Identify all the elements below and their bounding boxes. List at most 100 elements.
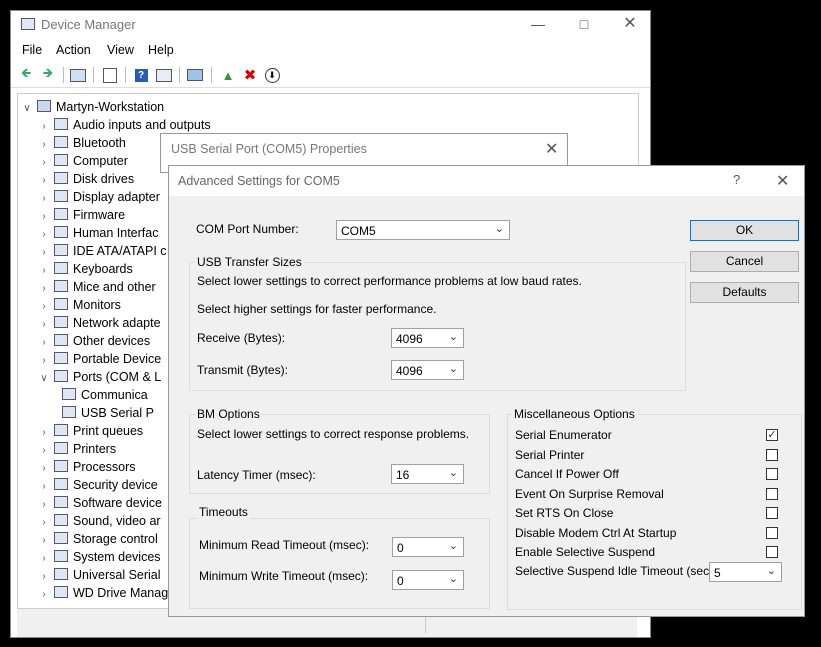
tree-root-label: Martyn-Workstation bbox=[56, 100, 165, 114]
misc-option-checkbox[interactable] bbox=[766, 468, 778, 480]
usb-hint-high: Select higher settings for faster perfor… bbox=[197, 302, 437, 316]
tree-category-item[interactable]: › IDE ATA/ATAPI c bbox=[38, 242, 167, 260]
tree-category-item[interactable]: › Universal Serial bbox=[38, 566, 161, 584]
tree-item-label: Keyboards bbox=[73, 262, 133, 276]
tree-item-label: Bluetooth bbox=[73, 136, 126, 150]
misc-option-checkbox[interactable] bbox=[766, 448, 778, 461]
cancel-button[interactable]: Cancel bbox=[690, 251, 799, 272]
device-category-icon bbox=[54, 154, 68, 166]
tree-category-item[interactable]: › Human Interfac bbox=[38, 224, 158, 242]
device-category-icon bbox=[54, 370, 68, 382]
com-port-label: COM Port Number: bbox=[196, 222, 299, 236]
misc-option-checkbox[interactable]: ✓ bbox=[766, 429, 778, 441]
tree-category-item[interactable]: › Audio inputs and outputs bbox=[38, 116, 211, 134]
tree-category-item[interactable]: › Printers bbox=[38, 440, 116, 458]
properties-icon[interactable] bbox=[101, 66, 119, 84]
defaults-button[interactable]: Defaults bbox=[690, 282, 799, 303]
receive-select[interactable]: 4096 ⌄ bbox=[391, 328, 464, 348]
menu-file[interactable]: File bbox=[22, 43, 42, 57]
transmit-select[interactable]: 4096 ⌄ bbox=[391, 360, 464, 380]
tree-item-label: Storage control bbox=[73, 532, 158, 546]
window-title: Device Manager bbox=[41, 17, 136, 32]
menu-help[interactable]: Help bbox=[148, 43, 174, 57]
menu-action[interactable]: Action bbox=[56, 43, 91, 57]
tree-category-item[interactable]: › Network adapte bbox=[38, 314, 161, 332]
tree-category-item[interactable]: › Software device bbox=[38, 494, 162, 512]
toolbar-separator bbox=[125, 67, 126, 83]
tree-category-item[interactable]: › Portable Device bbox=[38, 350, 161, 368]
update-driver-icon[interactable]: ▲ bbox=[219, 66, 237, 84]
tree-category-item[interactable]: › Other devices bbox=[38, 332, 150, 350]
tree-category-item[interactable]: › Keyboards bbox=[38, 260, 133, 278]
properties-dialog-title: USB Serial Port (COM5) Properties bbox=[171, 142, 367, 156]
latency-label: Latency Timer (msec): bbox=[197, 468, 316, 482]
latency-value: 16 bbox=[396, 468, 410, 482]
misc-option-label: Enable Selective Suspend bbox=[515, 545, 656, 559]
back-arrow-icon[interactable]: 🡸 bbox=[17, 65, 35, 84]
view-panel-icon[interactable] bbox=[155, 66, 173, 84]
transmit-label: Transmit (Bytes): bbox=[197, 363, 288, 377]
ok-button[interactable]: OK bbox=[690, 220, 799, 241]
tree-category-item[interactable]: › Computer bbox=[38, 152, 128, 170]
tree-category-item[interactable]: › Firmware bbox=[38, 206, 125, 224]
com-port-select[interactable]: COM5 ⌄ bbox=[336, 220, 510, 240]
help-icon[interactable]: ? bbox=[132, 66, 150, 84]
close-icon[interactable]: ✕ bbox=[776, 171, 789, 191]
tree-item-label: Network adapte bbox=[73, 316, 161, 330]
disable-device-icon[interactable]: ⬇ bbox=[263, 66, 281, 84]
timeouts-group bbox=[189, 518, 490, 609]
tree-category-item[interactable]: › Bluetooth bbox=[38, 134, 126, 152]
misc-option-label: Set RTS On Close bbox=[515, 506, 614, 520]
minimize-button[interactable]: — bbox=[515, 11, 561, 39]
transmit-value: 4096 bbox=[396, 364, 423, 378]
latency-select[interactable]: 16 ⌄ bbox=[391, 464, 464, 484]
tree-item-label: Audio inputs and outputs bbox=[73, 118, 211, 132]
toolbar-separator bbox=[211, 67, 212, 83]
device-category-icon bbox=[54, 352, 68, 364]
read-timeout-select[interactable]: 0 ⌄ bbox=[392, 537, 464, 557]
tree-category-item[interactable]: › Disk drives bbox=[38, 170, 134, 188]
chevron-down-icon[interactable]: ∨ bbox=[38, 370, 50, 388]
menu-view[interactable]: View bbox=[107, 43, 134, 57]
tree-child-item[interactable]: Communica bbox=[58, 386, 148, 404]
tree-category-item[interactable]: › WD Drive Manag bbox=[38, 584, 168, 602]
misc-option-checkbox[interactable] bbox=[766, 546, 778, 558]
tree-child-item[interactable]: USB Serial P bbox=[58, 404, 154, 422]
show-hide-tree-icon[interactable] bbox=[69, 66, 87, 84]
tree-category-item[interactable]: › Display adapter bbox=[38, 188, 160, 206]
write-timeout-select[interactable]: 0 ⌄ bbox=[392, 570, 464, 590]
device-category-icon bbox=[54, 550, 68, 562]
tree-item-label: Sound, video ar bbox=[73, 514, 161, 528]
misc-option-checkbox[interactable] bbox=[766, 526, 778, 539]
device-category-icon bbox=[62, 388, 76, 400]
chevron-down-icon: ⌄ bbox=[448, 467, 458, 479]
help-button[interactable]: ? bbox=[733, 172, 740, 187]
tree-category-item[interactable]: › Print queues bbox=[38, 422, 143, 440]
misc-option-checkbox[interactable] bbox=[766, 507, 778, 519]
tree-category-item[interactable]: › System devices bbox=[38, 548, 161, 566]
close-icon[interactable]: ✕ bbox=[545, 139, 558, 159]
device-category-icon bbox=[54, 568, 68, 580]
misc-option-checkbox[interactable] bbox=[766, 487, 778, 500]
device-category-icon bbox=[54, 136, 68, 148]
chevron-right-icon[interactable]: › bbox=[38, 586, 50, 604]
maximize-button[interactable]: □ bbox=[561, 11, 607, 39]
tree-category-item[interactable]: › Processors bbox=[38, 458, 136, 476]
tree-category-item[interactable]: › Security device bbox=[38, 476, 158, 494]
uninstall-device-icon[interactable]: ✖ bbox=[241, 66, 259, 84]
tree-item-label: Monitors bbox=[73, 298, 121, 312]
tree-category-item[interactable]: › Storage control bbox=[38, 530, 158, 548]
tree-category-item[interactable]: › Sound, video ar bbox=[38, 512, 161, 530]
chevron-down-icon: ⌄ bbox=[448, 573, 458, 585]
tree-root[interactable]: ∨ Martyn-Workstation bbox=[21, 98, 164, 116]
device-category-icon bbox=[54, 208, 68, 220]
chevron-down-icon[interactable]: ∨ bbox=[21, 100, 33, 118]
tree-category-item[interactable]: › Monitors bbox=[38, 296, 121, 314]
close-button[interactable]: ✕ bbox=[607, 11, 653, 39]
suspend-timeout-select[interactable]: 5 ⌄ bbox=[709, 562, 782, 582]
forward-arrow-icon[interactable]: 🡺 bbox=[39, 65, 57, 84]
scan-hardware-icon[interactable] bbox=[186, 66, 204, 84]
tree-category-item[interactable]: › Mice and other bbox=[38, 278, 156, 296]
device-category-icon bbox=[54, 478, 68, 490]
tree-category-item[interactable]: ∨ Ports (COM & L bbox=[38, 368, 161, 386]
